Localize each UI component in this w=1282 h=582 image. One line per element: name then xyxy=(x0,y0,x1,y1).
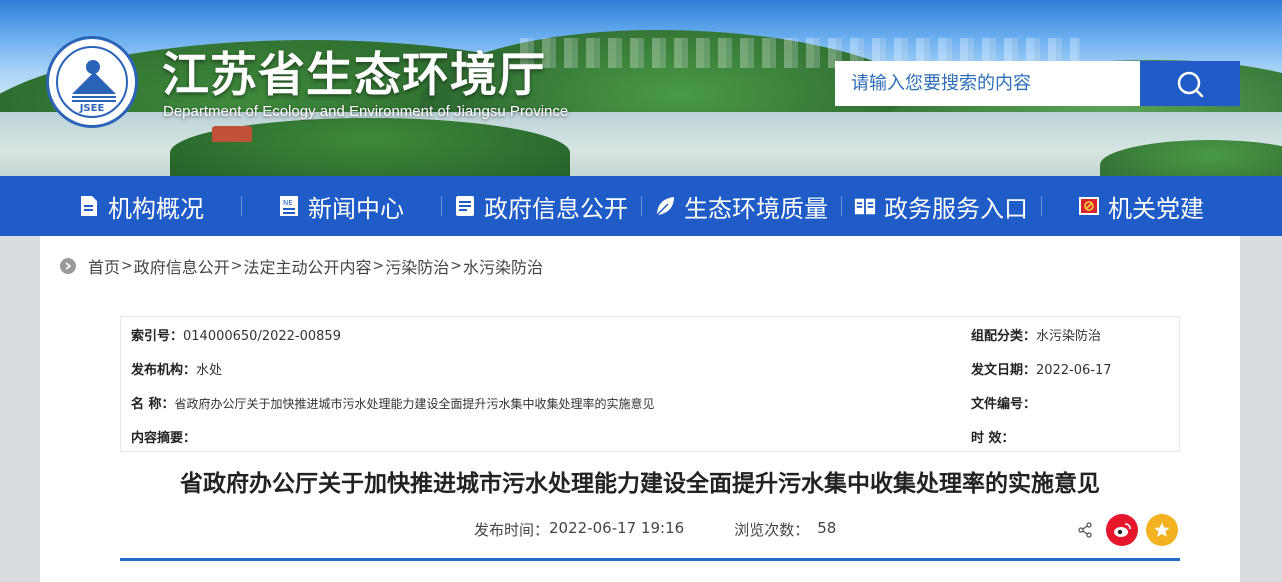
meta-value: 省政府办公厅关于加快推进城市污水处理能力建设全面提升污水集中收集处理率的实施意见 xyxy=(174,397,655,411)
document-metadata-table: 索引号：014000650/2022-00859 组配分类：水污染防治 发布机构… xyxy=(120,316,1180,452)
share-toolbar xyxy=(1076,514,1178,546)
svg-text:NE: NE xyxy=(283,199,293,207)
meta-label: 名 称： xyxy=(131,397,175,412)
main-content: 首页 > 政府信息公开 > 法定主动公开内容 > 污染防治 > 水污染防治 索引… xyxy=(40,236,1240,582)
banner-pagoda xyxy=(212,126,252,142)
book-icon xyxy=(854,195,876,217)
logo-emblem: JSEE xyxy=(56,46,128,118)
meta-index-no: 索引号：014000650/2022-00859 xyxy=(131,325,341,344)
breadcrumb-separator: > xyxy=(450,258,462,274)
title-divider xyxy=(120,558,1180,561)
meta-validity: 时 效： xyxy=(971,427,1015,446)
search-input[interactable] xyxy=(835,61,1140,106)
breadcrumb-pollution[interactable]: 污染防治 xyxy=(385,254,449,278)
article-publish-info: 发布时间： 2022-06-17 19:16 浏览次数： 58 xyxy=(474,519,836,540)
weibo-share-button[interactable] xyxy=(1106,514,1138,546)
meta-issue-date: 发文日期：2022-06-17 xyxy=(971,359,1112,378)
party-flag-icon xyxy=(1078,195,1100,217)
nav-item-services[interactable]: 政务服务入口 xyxy=(841,176,1041,236)
main-nav-inner: 机构概况 NE 新闻中心 政府信息公开 生态环境质量 政务服务入口 机关党建 xyxy=(41,176,1241,236)
nav-item-gov-info[interactable]: 政府信息公开 xyxy=(441,176,641,236)
weibo-icon xyxy=(1114,523,1131,537)
breadcrumb-separator: > xyxy=(230,258,243,274)
main-nav: 机构概况 NE 新闻中心 政府信息公开 生态环境质量 政务服务入口 机关党建 xyxy=(0,176,1282,236)
chevron-right-icon xyxy=(60,258,76,274)
site-logo[interactable]: JSEE xyxy=(46,36,138,128)
meta-label: 组配分类： xyxy=(971,329,1037,344)
leaf-icon xyxy=(654,195,676,217)
favorite-button[interactable] xyxy=(1146,514,1178,546)
meta-label: 发布机构： xyxy=(131,363,197,378)
nav-item-label: 新闻中心 xyxy=(308,194,404,223)
nav-item-about[interactable]: 机构概况 xyxy=(41,176,241,236)
share-icon[interactable] xyxy=(1076,521,1094,539)
meta-label: 内容摘要： xyxy=(131,431,197,446)
meta-row: 内容摘要： 时 效： xyxy=(121,419,1179,453)
search-bar xyxy=(835,61,1240,106)
meta-doc-no: 文件编号： xyxy=(971,393,1036,412)
nav-item-eco-quality[interactable]: 生态环境质量 xyxy=(641,176,841,236)
nav-item-label: 政府信息公开 xyxy=(484,194,628,223)
logo-text: JSEE xyxy=(79,103,105,114)
logo-mountain-icon xyxy=(72,72,116,94)
search-button[interactable] xyxy=(1140,61,1240,106)
meta-row: 名 称：省政府办公厅关于加快推进城市污水处理能力建设全面提升污水集中收集处理率的… xyxy=(121,385,1179,419)
breadcrumb-separator: > xyxy=(121,258,133,274)
nav-item-label: 生态环境质量 xyxy=(684,194,828,223)
breadcrumb-separator: > xyxy=(372,258,385,274)
views-count: 58 xyxy=(817,519,837,537)
views-label: 浏览次数： xyxy=(734,521,810,539)
nav-item-label: 政务服务入口 xyxy=(884,194,1028,223)
meta-value: 水污染防治 xyxy=(1036,329,1102,344)
document-icon xyxy=(78,195,100,217)
nav-item-news[interactable]: NE 新闻中心 xyxy=(241,176,441,236)
site-title: 江苏省生态环境厅 xyxy=(162,48,546,103)
nav-item-label: 机构概况 xyxy=(108,194,204,223)
logo-water-icon xyxy=(72,96,116,102)
search-icon xyxy=(1177,71,1204,97)
meta-label: 索引号： xyxy=(131,329,184,344)
breadcrumb-statutory[interactable]: 法定主动公开内容 xyxy=(244,254,372,278)
nav-item-label: 机关党建 xyxy=(1108,194,1204,223)
breadcrumb-gov-info[interactable]: 政府信息公开 xyxy=(134,254,230,278)
breadcrumb-home[interactable]: 首页 xyxy=(88,254,120,278)
meta-value: 2022-06-17 xyxy=(1036,363,1112,378)
article-title: 省政府办公厅关于加快推进城市污水处理能力建设全面提升污水集中收集处理率的实施意见 xyxy=(180,471,1100,497)
publish-time: 2022-06-17 19:16 xyxy=(549,519,685,537)
meta-label: 发文日期： xyxy=(971,363,1037,378)
meta-publisher: 发布机构：水处 xyxy=(131,359,222,378)
breadcrumb: 首页 > 政府信息公开 > 法定主动公开内容 > 污染防治 > 水污染防治 xyxy=(60,254,543,278)
file-icon xyxy=(454,195,476,217)
meta-name: 名 称：省政府办公厅关于加快推进城市污水处理能力建设全面提升污水集中收集处理率的… xyxy=(131,393,655,412)
meta-category: 组配分类：水污染防治 xyxy=(971,325,1101,344)
header-banner: JSEE 江苏省生态环境厅 Department of Ecology and … xyxy=(0,0,1282,176)
meta-label: 时 效： xyxy=(971,431,1015,446)
meta-label: 文件编号： xyxy=(971,397,1037,412)
meta-row: 索引号：014000650/2022-00859 组配分类：水污染防治 xyxy=(121,317,1179,351)
meta-value: 水处 xyxy=(196,363,223,378)
meta-value: 014000650/2022-00859 xyxy=(183,329,341,344)
nav-item-party[interactable]: 机关党建 xyxy=(1041,176,1241,236)
site-subtitle: Department of Ecology and Environment of… xyxy=(163,103,569,120)
publish-time-label: 发布时间： xyxy=(474,521,550,539)
meta-summary: 内容摘要： xyxy=(131,427,196,446)
breadcrumb-water-pollution[interactable]: 水污染防治 xyxy=(463,254,543,278)
newspaper-icon: NE xyxy=(278,195,300,217)
meta-row: 发布机构：水处 发文日期：2022-06-17 xyxy=(121,351,1179,385)
star-icon xyxy=(1154,522,1170,537)
